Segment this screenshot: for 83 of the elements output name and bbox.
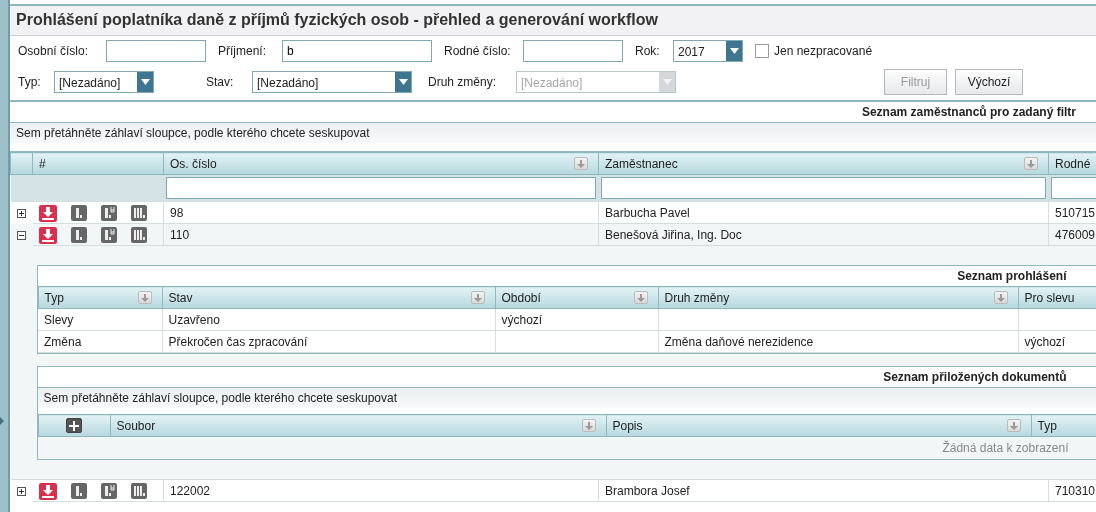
sort-button[interactable] (633, 291, 648, 304)
table-cell: 510715 (1048, 201, 1096, 224)
download-icon[interactable] (38, 203, 57, 222)
column-header[interactable]: Druh změny (658, 286, 1018, 309)
checkbox-label: Jen nezpracované (774, 42, 873, 60)
dropdown[interactable]: [Nezadáno] (252, 70, 412, 93)
column-header[interactable]: Popis (606, 414, 1031, 437)
column-header[interactable]: Stav (162, 286, 495, 309)
dropdown-arrow-icon (398, 78, 408, 85)
field-label: Osobní číslo: (18, 42, 90, 60)
dropdown[interactable]: 2017 (673, 39, 743, 62)
expand-toggle[interactable] (16, 208, 26, 218)
column-header[interactable]: Pro slevu (1018, 286, 1096, 309)
numeral-icon[interactable] (100, 203, 117, 222)
table-caption: Seznam prohlášení (956, 268, 1068, 285)
table-cell: Změna daňové nerezidence (658, 330, 1018, 353)
field-label: Příjmení: (218, 42, 267, 60)
sort-button[interactable] (574, 157, 588, 170)
numeral-icon[interactable] (70, 481, 87, 500)
dropdown-arrow-icon (662, 78, 672, 85)
column-header[interactable]: Os. číslo (163, 152, 599, 175)
group-hint: Sem přetáhněte záhlaví sloupce, podle kterého chcete seskupovat (37, 387, 1096, 408)
plus-icon (17, 209, 25, 217)
group-hint: Sem přetáhněte záhlaví sloupce, podle kterého chcete seskupovat (10, 122, 1096, 143)
filter-field[interactable] (601, 177, 1046, 199)
text-field[interactable]: b (282, 39, 432, 62)
field-label: Rodné číslo: (444, 42, 512, 60)
field-label: Rok: (635, 42, 661, 60)
numeral-icon[interactable] (130, 225, 147, 244)
field-label: Typ: (18, 73, 42, 91)
column-header[interactable]: # (32, 152, 164, 175)
sort-button[interactable] (581, 419, 596, 432)
column-header[interactable]: Zaměstnanec (598, 152, 1049, 175)
column-header[interactable]: Typ (38, 286, 162, 309)
dropdown-arrow-icon (140, 78, 150, 85)
numeral-icon[interactable] (70, 203, 87, 222)
table-cell: 110 (163, 223, 599, 246)
table-cell: 98 (163, 201, 599, 224)
table-cell: Změna (38, 330, 162, 353)
field-label: Stav: (206, 73, 235, 91)
table-cell: Benešová Jiřina, Ing. Doc (598, 223, 1049, 246)
sort-button[interactable] (1006, 419, 1021, 432)
column-header[interactable]: Typ (1031, 414, 1096, 437)
table-cell: Uzavřeno (162, 308, 495, 331)
add-button[interactable] (66, 418, 82, 433)
sort-button[interactable] (993, 291, 1008, 304)
text-field[interactable] (106, 39, 206, 62)
numeral-icon[interactable] (70, 225, 87, 244)
table-cell: Slevy (38, 308, 162, 331)
column-header[interactable]: Soubor (110, 414, 606, 437)
filter-button[interactable]: Výchozí (955, 68, 1023, 95)
table-cell: výchozí (1018, 330, 1096, 353)
plus-icon (17, 487, 25, 495)
numeral-icon[interactable] (130, 203, 147, 222)
column-header[interactable]: Období (495, 286, 658, 309)
expand-toggle[interactable] (16, 486, 26, 496)
table-cell: Překročen čas zpracování (162, 330, 495, 353)
table-cell: výchozí (495, 308, 658, 331)
table-cell: 710310 (1048, 479, 1096, 502)
checkbox[interactable] (755, 43, 769, 58)
filter-field[interactable] (166, 177, 596, 199)
sort-button[interactable] (1024, 157, 1038, 170)
field-label: Druh změny: (428, 73, 498, 91)
download-icon[interactable] (38, 225, 57, 244)
table-caption: Seznam přiložených dokumentů (882, 369, 1068, 386)
column-header[interactable]: Rodné (1048, 152, 1096, 175)
download-icon[interactable] (38, 481, 57, 500)
numeral-icon[interactable] (100, 481, 117, 500)
dropdown[interactable]: [Nezadáno] (54, 70, 154, 93)
expand-toggle[interactable] (16, 230, 26, 240)
sort-button[interactable] (470, 291, 485, 304)
empty-message: Žádná data k zobrazení (942, 439, 1069, 457)
page-title: Prohlášení poplatníka daně z příjmů fyzických osob - přehled a generování workflow (10, 4, 1096, 36)
dropdown-arrow-icon (729, 47, 739, 54)
table-cell: 122002 (163, 479, 599, 502)
table-cell: Brambora Josef (598, 479, 1049, 502)
numeral-icon[interactable] (130, 481, 147, 500)
text-field[interactable] (523, 39, 623, 62)
sort-button[interactable] (137, 291, 152, 304)
table-cell: Barbucha Pavel (598, 201, 1049, 224)
collapse-arrow-icon[interactable] (0, 417, 4, 425)
grid-caption: Seznam zaměstnanců pro zadaný filtr (860, 104, 1077, 121)
numeral-icon[interactable] (100, 225, 117, 244)
